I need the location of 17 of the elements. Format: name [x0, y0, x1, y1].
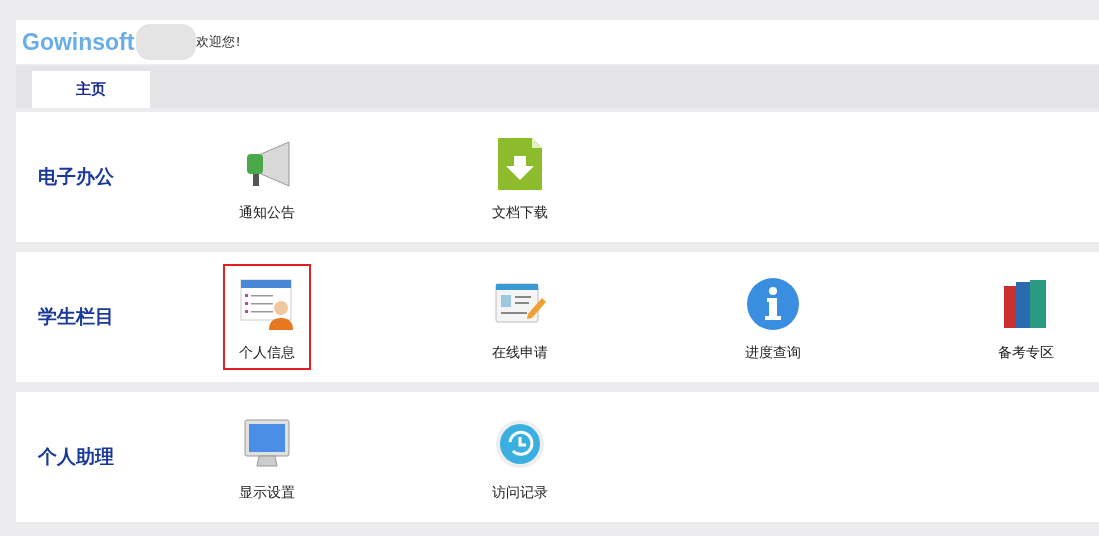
logo-text: Gowinsoft — [22, 28, 135, 56]
section-title: 电子办公 — [37, 164, 115, 189]
tab[interactable]: 主页 — [32, 71, 150, 108]
profile-card-icon — [238, 276, 295, 332]
welcome-text: 欢迎您! — [196, 33, 241, 51]
menu-item[interactable]: 在线申请 — [475, 264, 564, 370]
info-icon — [744, 276, 801, 332]
menu-item[interactable]: 个人信息 — [222, 264, 311, 370]
menu-item[interactable]: 进度查询 — [728, 264, 817, 370]
menu-item[interactable]: 显示设置 — [222, 404, 311, 510]
section-title: 学生栏目 — [37, 304, 115, 329]
menu-item[interactable]: 访问记录 — [475, 404, 564, 510]
menu-item[interactable]: 通知公告 — [222, 124, 311, 230]
menu-item[interactable]: 备考专区 — [981, 264, 1070, 370]
blurred-name — [136, 24, 197, 60]
menu-item[interactable]: 文档下载 — [475, 124, 564, 230]
section-title: 个人助理 — [37, 444, 115, 469]
